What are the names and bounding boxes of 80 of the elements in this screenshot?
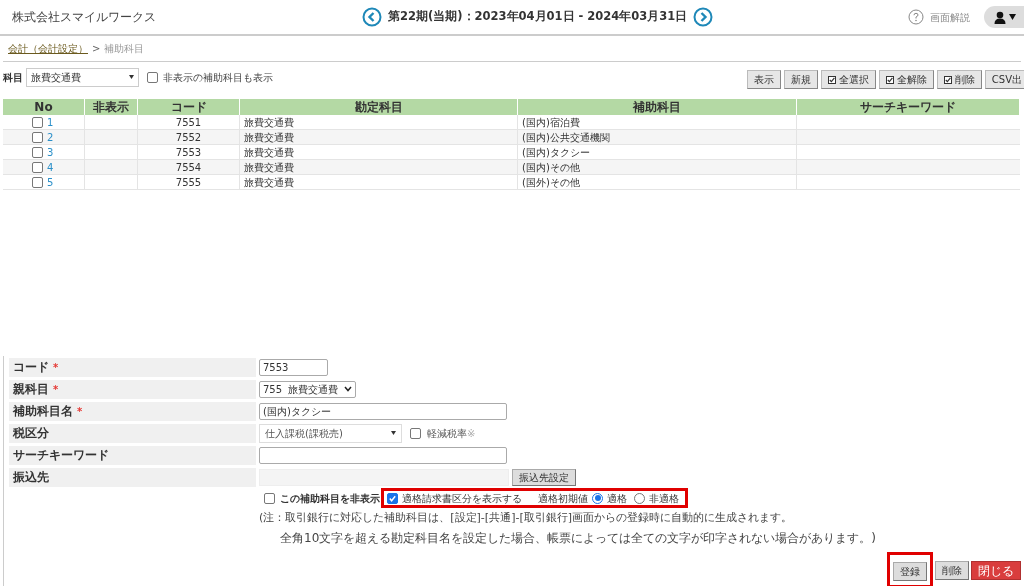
table-cell: (国内)公共交通機関 bbox=[522, 130, 610, 144]
table-cell: (国外)その他 bbox=[522, 175, 580, 189]
table-cell: 旅費交通費 bbox=[244, 115, 294, 129]
caret-icon bbox=[129, 75, 134, 79]
parent-account-select[interactable]: 755 旅費交通費 bbox=[259, 380, 357, 398]
checkbox[interactable] bbox=[387, 492, 398, 504]
row-number-link[interactable]: 5 bbox=[47, 174, 55, 190]
form-button[interactable]: 削除 bbox=[935, 560, 969, 580]
table-cell: 7554 bbox=[175, 160, 202, 174]
help-link[interactable]: 画面解説 bbox=[930, 9, 970, 25]
required-mark: * bbox=[53, 360, 59, 375]
field-label: 適格初期値 bbox=[538, 491, 588, 506]
input-field[interactable]: (国内)タクシー bbox=[259, 402, 507, 420]
breadcrumb-current: 補助科目 bbox=[104, 42, 145, 56]
table-cell: 7553 bbox=[175, 145, 202, 159]
toolbar-button[interactable]: 表示 bbox=[746, 70, 781, 89]
form-button[interactable]: 登録 bbox=[893, 562, 927, 581]
toolbar-button[interactable]: 新規 bbox=[783, 70, 818, 89]
table-cell: (国内)タクシー bbox=[522, 145, 590, 159]
checkbox-label: 適格請求書区分を表示する bbox=[402, 491, 522, 506]
radio-label: 適格 bbox=[607, 491, 627, 506]
checkbox[interactable] bbox=[147, 71, 158, 83]
field-label: 税区分 bbox=[13, 425, 49, 442]
checkbox-label: この補助科目を非表示 bbox=[280, 491, 380, 506]
row-checkbox[interactable] bbox=[32, 146, 43, 158]
caret-icon bbox=[1009, 14, 1016, 20]
field-label: 振込先 bbox=[13, 469, 49, 486]
table-cell: (国内)宿泊費 bbox=[522, 115, 580, 129]
field-label: 科目 bbox=[3, 70, 23, 85]
toolbar-button[interactable]: 全解除 bbox=[878, 70, 934, 89]
checkbox-icon bbox=[827, 75, 836, 84]
table-cell: 7551 bbox=[175, 115, 202, 129]
account-select[interactable]: 旅費交通費 bbox=[26, 67, 139, 87]
input-field[interactable]: 7553 bbox=[259, 358, 328, 376]
user-icon bbox=[994, 10, 1006, 24]
breadcrumb-separator: > bbox=[92, 42, 101, 56]
field-label: コード bbox=[13, 359, 49, 376]
checkbox[interactable] bbox=[410, 427, 421, 439]
toolbar-button[interactable]: CSV出 bbox=[984, 70, 1024, 89]
row-checkbox[interactable] bbox=[32, 116, 43, 128]
table-cell: 7555 bbox=[175, 175, 202, 189]
tax-select[interactable]: 仕入課税(課税売) bbox=[259, 423, 402, 443]
row-number-link[interactable]: 3 bbox=[47, 144, 55, 160]
checkbox-icon bbox=[885, 75, 894, 84]
previous-period-icon[interactable] bbox=[362, 7, 382, 27]
user-menu-button[interactable] bbox=[984, 6, 1024, 28]
radio-label: 非適格 bbox=[649, 491, 679, 506]
toolbar-button[interactable]: 全選択 bbox=[820, 70, 876, 89]
required-mark: * bbox=[77, 404, 83, 419]
table-cell: (国内)その他 bbox=[522, 160, 580, 174]
caret-icon bbox=[391, 431, 396, 435]
toolbar-button[interactable]: 削除 bbox=[936, 70, 982, 89]
field-label: 親科目 bbox=[13, 381, 49, 398]
bank-settings-button[interactable]: 振込先設定 bbox=[512, 468, 576, 486]
next-period-icon[interactable] bbox=[693, 7, 714, 27]
company-name: 株式会社スマイルワークス bbox=[12, 9, 157, 26]
field-label: 補助科目名 bbox=[13, 403, 73, 420]
period-title: 第22期(当期)：2023年04月01日 - 2024年03月31日 bbox=[388, 8, 688, 26]
note-text: (注：取引銀行に対応した補助科目は、[設定]-[共通]-[取引銀行]画面からの登録時に自動的に生成されます。 bbox=[258, 510, 793, 526]
row-checkbox[interactable] bbox=[32, 131, 43, 143]
checkbox-label: 軽減税率※ bbox=[427, 426, 476, 441]
input-field[interactable] bbox=[259, 446, 507, 464]
checkbox[interactable] bbox=[264, 492, 275, 504]
help-icon[interactable] bbox=[908, 9, 924, 25]
row-number-link[interactable]: 1 bbox=[47, 114, 55, 130]
table-cell: 7552 bbox=[175, 130, 202, 144]
row-checkbox[interactable] bbox=[32, 161, 43, 173]
row-checkbox[interactable] bbox=[32, 176, 43, 188]
note-text: 全角10文字を超える勘定科目名を設定した場合、帳票によっては全ての文字が印字されない場合があります。) bbox=[279, 530, 877, 547]
table-cell: 旅費交通費 bbox=[244, 160, 294, 174]
table-cell: 旅費交通費 bbox=[244, 145, 294, 159]
checkbox-icon bbox=[943, 75, 952, 84]
table-cell: 旅費交通費 bbox=[244, 130, 294, 144]
close-button[interactable]: 閉じる bbox=[971, 560, 1021, 580]
table-cell: 旅費交通費 bbox=[244, 175, 294, 189]
required-mark: * bbox=[53, 382, 59, 397]
chevron-down-icon bbox=[344, 386, 353, 392]
breadcrumb-link[interactable]: 会計（会計設定） bbox=[8, 41, 88, 56]
checkbox-label: 非表示の補助科目も表示 bbox=[163, 70, 273, 85]
field-label: サーチキーワード bbox=[13, 447, 109, 464]
